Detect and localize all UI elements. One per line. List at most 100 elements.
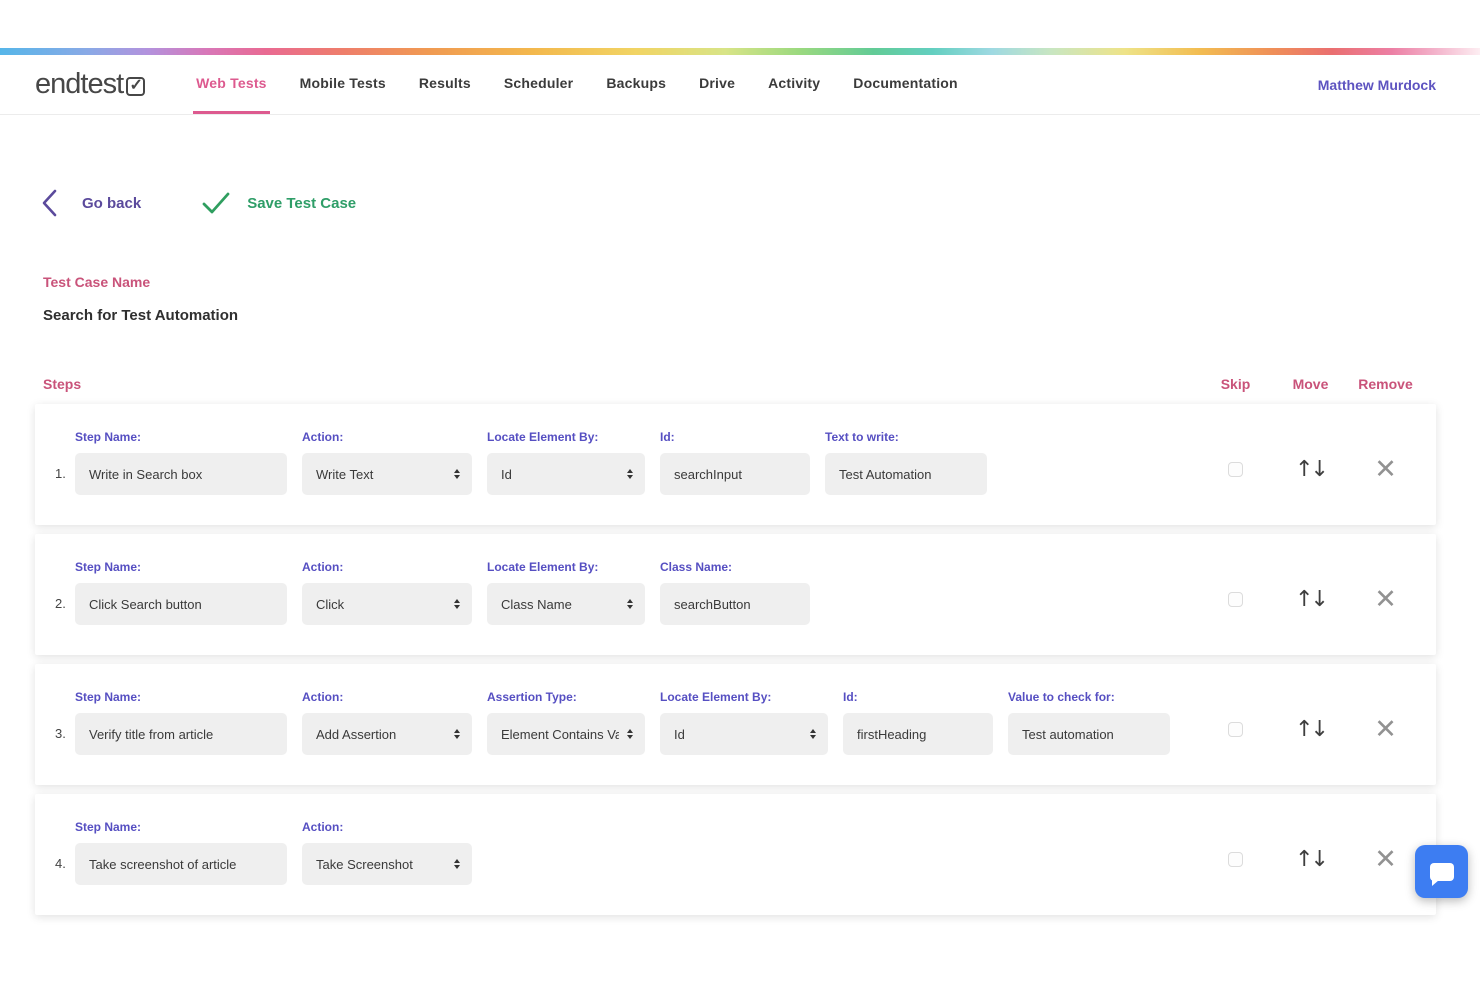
field-value: Test Automation [839, 467, 975, 482]
field-label-class-name: Class Name: [660, 560, 810, 574]
step-card-1: 1.Step Name:Write in Search box Action: Wr… [35, 404, 1436, 525]
steps-list: 1.Step Name:Write in Search boxAction:Wr… [35, 404, 1436, 915]
nav-item-web-tests[interactable]: Web Tests [193, 55, 270, 114]
move-step-button[interactable]: ↑↓ [1273, 847, 1348, 872]
field-action: Action:Take Screenshot [302, 820, 472, 885]
select-arrows-icon [454, 859, 460, 869]
skip-checkbox[interactable] [1228, 592, 1243, 607]
field-value: Id [501, 467, 619, 482]
nav-item-backups[interactable]: Backups [603, 55, 669, 114]
field-value: Class Name [501, 597, 619, 612]
remove-step-button[interactable]: ✕ [1348, 716, 1423, 743]
save-test-case-label: Save Test Case [247, 195, 356, 212]
logo-text: endtest [35, 68, 123, 101]
field-value: Element Contains Value [501, 727, 619, 742]
select-assertion-type[interactable]: Element Contains Value [487, 713, 645, 755]
input-text-to-write[interactable]: Test Automation [825, 453, 987, 495]
step-controls: ↑↓✕ [1198, 664, 1423, 785]
save-test-case-button[interactable]: Save Test Case [201, 191, 356, 215]
select-arrows-icon [810, 729, 816, 739]
chat-launcher-button[interactable] [1415, 845, 1468, 898]
user-menu[interactable]: Matthew Murdock [1318, 55, 1436, 114]
go-back-button[interactable]: Go back [40, 188, 141, 218]
field-class-name: Class Name: searchButton [660, 560, 810, 625]
field-value-to-check-for: Value to check for:Test automation [1008, 690, 1170, 755]
main-nav: Web Tests Mobile Tests Results Scheduler Bac… [193, 55, 961, 114]
test-case-name-value[interactable]: Search for Test Automation [43, 307, 1480, 324]
field-label-assertion-type: Assertion Type: [487, 690, 645, 704]
checkmark-icon [201, 191, 231, 215]
select-arrows-icon [627, 599, 633, 609]
top-spacer [0, 0, 1480, 48]
select-locate-element-by[interactable]: Class Name [487, 583, 645, 625]
remove-column-header: Remove [1348, 376, 1423, 392]
field-step-name: Step Name: Click Search button [75, 560, 287, 625]
field-label-text-to-write: Text to write: [825, 430, 987, 444]
step-controls: ↑↓✕ [1198, 794, 1423, 915]
field-step-name: Step Name:Take screenshot of article [75, 820, 287, 885]
input-id[interactable]: firstHeading [843, 713, 993, 755]
field-label-action: Action: [302, 690, 472, 704]
select-arrows-icon [454, 599, 460, 609]
step-number: 1. [55, 430, 75, 495]
input-step-name[interactable]: Click Search button [75, 583, 287, 625]
step-controls: ↑↓✕ [1198, 404, 1423, 525]
field-locate-element-by: Locate Element By:Class Name [487, 560, 645, 625]
steps-columns: Skip Move Remove [1198, 376, 1423, 392]
select-locate-element-by[interactable]: Id [487, 453, 645, 495]
skip-checkbox[interactable] [1228, 722, 1243, 737]
app-header: endtest ✓ Web Tests Mobile Tests Results Sc… [0, 55, 1480, 115]
select-arrows-icon [454, 729, 460, 739]
select-action[interactable]: Take Screenshot [302, 843, 472, 885]
select-action[interactable]: Click [302, 583, 472, 625]
endtest-logo[interactable]: endtest ✓ [35, 55, 145, 114]
select-locate-element-by[interactable]: Id [660, 713, 828, 755]
move-step-button[interactable]: ↑↓ [1273, 717, 1348, 742]
step-card-2: 2.Step Name:Click Search buttonAction:Cl… [35, 534, 1436, 655]
field-text-to-write: Text to write: Test Automation [825, 430, 987, 495]
input-step-name[interactable]: Take screenshot of article [75, 843, 287, 885]
skip-checkbox[interactable] [1228, 462, 1243, 477]
input-value-to-check-for[interactable]: Test automation [1008, 713, 1170, 755]
field-value: Write Text [316, 467, 446, 482]
field-value: Take screenshot of article [89, 857, 275, 872]
step-number: 4. [55, 820, 75, 885]
select-action[interactable]: Add Assertion [302, 713, 472, 755]
input-step-name[interactable]: Verify title from article [75, 713, 287, 755]
remove-step-button[interactable]: ✕ [1348, 846, 1423, 873]
field-step-name: Step Name:Write in Search box [75, 430, 287, 495]
field-locate-element-by: Locate Element By:Id [487, 430, 645, 495]
nav-item-drive[interactable]: Drive [696, 55, 738, 114]
field-id: Id:searchInput [660, 430, 810, 495]
select-action[interactable]: Write Text [302, 453, 472, 495]
move-step-button[interactable]: ↑↓ [1273, 587, 1348, 612]
input-class-name[interactable]: searchButton [660, 583, 810, 625]
field-assertion-type: Assertion Type: Element Contains Value [487, 690, 645, 755]
input-step-name[interactable]: Write in Search box [75, 453, 287, 495]
remove-step-button[interactable]: ✕ [1348, 456, 1423, 483]
input-id[interactable]: searchInput [660, 453, 810, 495]
move-step-button[interactable]: ↑↓ [1273, 457, 1348, 482]
nav-item-results[interactable]: Results [416, 55, 474, 114]
go-back-label: Go back [82, 195, 141, 212]
nav-item-documentation[interactable]: Documentation [850, 55, 961, 114]
nav-item-scheduler[interactable]: Scheduler [501, 55, 577, 114]
step-controls: ↑↓✕ [1198, 534, 1423, 655]
field-id: Id: firstHeading [843, 690, 993, 755]
nav-item-mobile-tests[interactable]: Mobile Tests [297, 55, 389, 114]
field-label-action: Action: [302, 430, 472, 444]
field-label-step-name: Step Name: [75, 690, 287, 704]
field-value: searchButton [674, 597, 798, 612]
field-label-id: Id: [843, 690, 993, 704]
field-value: Id [674, 727, 802, 742]
nav-item-activity[interactable]: Activity [765, 55, 823, 114]
chat-bubble-icon [1430, 863, 1454, 881]
field-value: Verify title from article [89, 727, 275, 742]
select-arrows-icon [627, 469, 633, 479]
remove-step-button[interactable]: ✕ [1348, 586, 1423, 613]
steps-title: Steps [43, 376, 81, 392]
select-arrows-icon [454, 469, 460, 479]
select-arrows-icon [627, 729, 633, 739]
skip-checkbox[interactable] [1228, 852, 1243, 867]
field-label-step-name: Step Name: [75, 560, 287, 574]
